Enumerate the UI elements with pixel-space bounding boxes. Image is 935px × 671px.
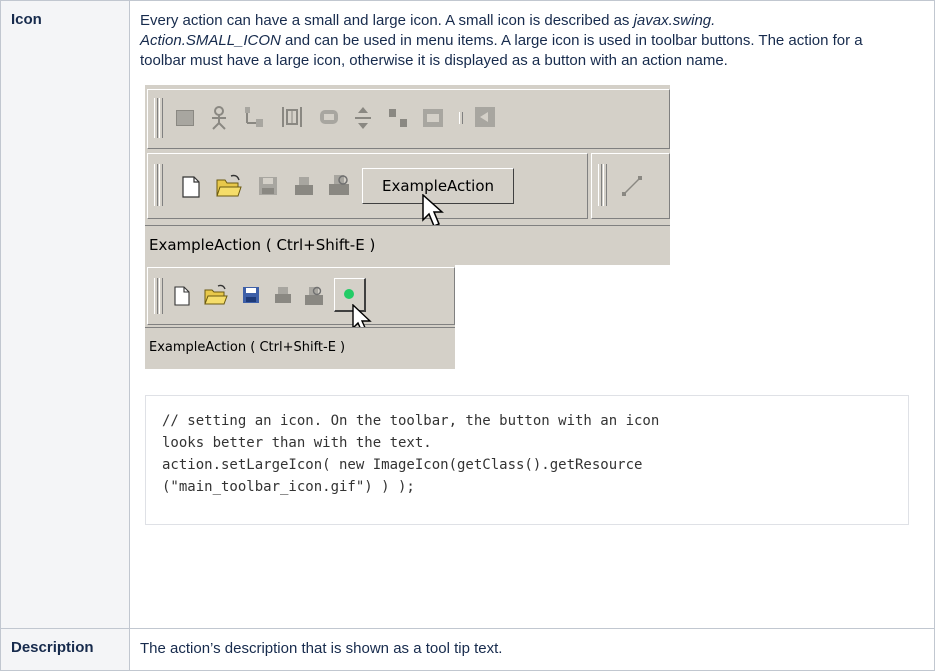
toolbar-row-2-secondary: [591, 153, 670, 219]
hierarchy-icon: [244, 106, 264, 128]
code-line: // setting an icon. On the toolbar, the …: [162, 413, 660, 429]
open-folder-icon: [204, 284, 228, 306]
open-folder-icon: [216, 174, 242, 198]
table-row-icon: Icon Every action can have a small and l…: [0, 0, 935, 629]
code-line: ("main_toolbar_icon.gif") ) );: [162, 479, 415, 495]
code-block: // setting an icon. On the toolbar, the …: [145, 395, 909, 525]
description-text: The action’s description that is shown a…: [140, 640, 503, 657]
save-icon: [258, 176, 278, 196]
row-label-icon: Icon: [0, 0, 130, 629]
component-icon: [318, 108, 340, 126]
table-row-description: Description The action’s description tha…: [0, 628, 935, 671]
toolbar-grip: [154, 98, 158, 138]
mouse-cursor-icon: [422, 193, 446, 228]
row-label-text: Icon: [11, 11, 42, 28]
row-content-icon: Every action can have a small and large …: [129, 0, 935, 629]
disabled-icon: [176, 110, 194, 126]
new-file-icon: [182, 176, 200, 198]
toolbar-grip: [603, 164, 607, 206]
status-bar: ExampleAction ( Ctrl+Shift-E ): [145, 327, 455, 369]
paragraph-text: Every action can have a small and large …: [140, 12, 634, 29]
toolbar-grip: [154, 278, 158, 314]
italic-constant-name: Action.SMALL_ICON: [140, 32, 281, 49]
save-icon: [242, 286, 260, 304]
row-label-description: Description: [0, 628, 130, 671]
toolbar-separator: [459, 112, 463, 124]
icon-description-paragraph: Every action can have a small and large …: [130, 1, 910, 71]
nodes-icon: [388, 108, 408, 128]
code-line: action.setLargeIcon( new ImageIcon(getCl…: [162, 457, 643, 473]
toolbar-row-1: [147, 89, 670, 149]
divide-icon: [354, 106, 372, 130]
print-icon: [294, 176, 314, 196]
toolbar-grip: [159, 98, 163, 138]
italic-class-name: javax.swing.: [633, 12, 716, 29]
print-icon: [274, 286, 292, 304]
toolbar-grip: [154, 164, 158, 206]
status-bar: ExampleAction ( Ctrl+Shift-E ): [145, 225, 670, 265]
panel-icon: [422, 108, 444, 128]
toolbar-screenshot-icon-button: ExampleAction ( Ctrl+Shift-E ): [145, 265, 455, 369]
toolbar-grip: [159, 164, 163, 206]
toolbar-screenshot-text-button: ExampleAction ExampleAction ( Ctrl+Shift…: [145, 85, 670, 265]
timeline-icon: [280, 106, 304, 128]
toolbar-grip: [159, 278, 163, 314]
exit-icon: [474, 106, 496, 128]
toolbar-row-2: ExampleAction: [147, 153, 588, 227]
row-content-description: The action’s description that is shown a…: [129, 628, 935, 671]
line-tool-icon: [622, 176, 642, 196]
print-preview-icon: [328, 174, 350, 196]
toolbar-row: [147, 267, 455, 335]
toolbar-grip: [598, 164, 602, 206]
actor-icon: [210, 106, 228, 130]
properties-table: Icon Every action can have a small and l…: [0, 0, 935, 671]
code-line: looks better than with the text.: [162, 435, 432, 451]
row-label-text: Description: [11, 639, 94, 656]
print-preview-icon: [304, 286, 324, 306]
new-file-icon: [174, 286, 190, 306]
